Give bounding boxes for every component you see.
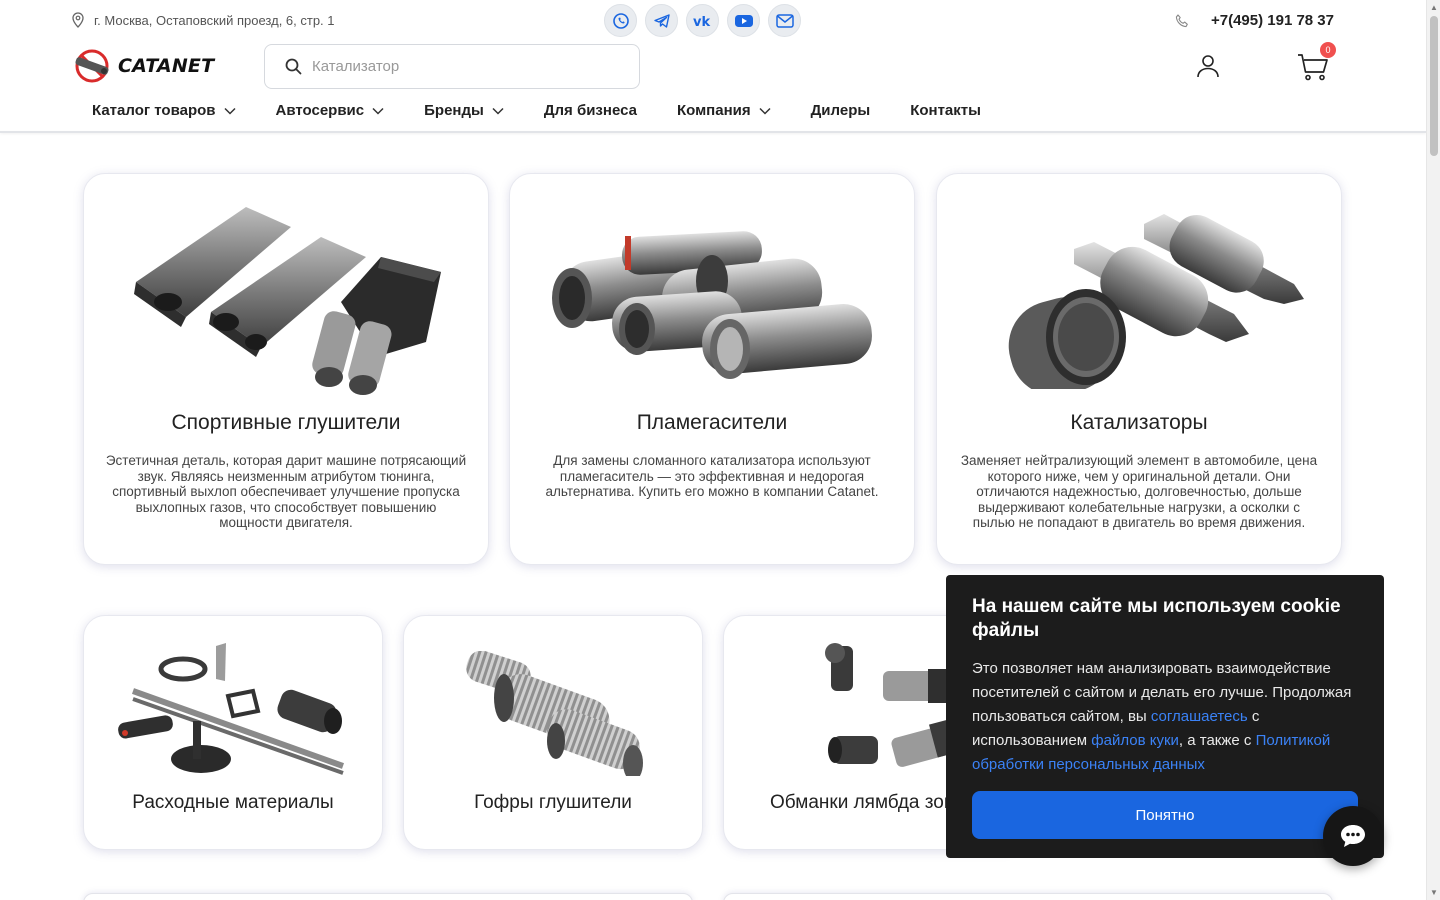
card-description: Для замены сломанного катализатора испол… bbox=[545, 453, 879, 500]
sport-mufflers-image bbox=[84, 202, 488, 397]
social-links: vk bbox=[604, 4, 801, 37]
nav-item-catalog[interactable]: Каталог товаров bbox=[92, 102, 236, 119]
card-title: Гофры глушители bbox=[474, 792, 632, 813]
nav-item-business[interactable]: Для бизнеса bbox=[544, 102, 637, 119]
consumables-image bbox=[84, 641, 382, 776]
category-card-sport-mufflers[interactable]: Спортивные глушители Эстетичная деталь, … bbox=[83, 173, 489, 565]
address: г. Москва, Остаповский проезд, 6, стр. 1 bbox=[72, 12, 335, 28]
account-button[interactable] bbox=[1195, 53, 1221, 84]
category-card-partial[interactable] bbox=[723, 893, 1333, 900]
top-bar: г. Москва, Остаповский проезд, 6, стр. 1… bbox=[0, 0, 1426, 42]
nav-item-brands[interactable]: Бренды bbox=[424, 102, 504, 119]
category-card-flame-arrestors[interactable]: Пламегасители Для замены сломанного ката… bbox=[509, 173, 915, 565]
card-title: Спортивные глушители bbox=[171, 411, 401, 434]
logo-text: CATANET bbox=[118, 55, 215, 77]
category-card-consumables[interactable]: Расходные материалы bbox=[83, 615, 383, 850]
search-box[interactable] bbox=[264, 44, 640, 89]
chevron-down-icon bbox=[372, 107, 384, 115]
corrugations-image bbox=[404, 651, 702, 776]
cart-badge: 0 bbox=[1320, 42, 1336, 58]
card-description: Заменяет нейтрализующий элемент в автомо… bbox=[960, 453, 1318, 531]
phone-number[interactable]: +7(495) 191 78 37 bbox=[1211, 12, 1334, 29]
phone: +7(495) 191 78 37 bbox=[1175, 12, 1334, 29]
header-divider bbox=[0, 131, 1426, 133]
phone-icon bbox=[1175, 13, 1188, 27]
mail-icon[interactable] bbox=[768, 4, 801, 37]
nav-item-contacts[interactable]: Контакты bbox=[910, 102, 981, 119]
category-card-corrugations[interactable]: Гофры глушители bbox=[403, 615, 703, 850]
card-title: Пламегасители bbox=[636, 411, 788, 434]
category-card-partial[interactable] bbox=[83, 893, 693, 900]
page-scrollbar[interactable]: ▲ ▼ bbox=[1426, 0, 1440, 900]
chevron-down-icon bbox=[759, 107, 771, 115]
cookie-text: Это позволяет нам анализировать взаимоде… bbox=[972, 660, 1352, 773]
location-pin-icon bbox=[72, 12, 84, 28]
main-nav: Каталог товаров Автосервис Бренды Для би… bbox=[92, 102, 981, 119]
address-text: г. Москва, Остаповский проезд, 6, стр. 1 bbox=[94, 12, 335, 28]
chevron-down-icon bbox=[223, 107, 236, 115]
vk-icon[interactable]: vk bbox=[686, 4, 719, 37]
chat-button[interactable] bbox=[1323, 806, 1383, 866]
card-title: Расходные материалы bbox=[132, 792, 334, 813]
nav-item-autoservice[interactable]: Автосервис bbox=[276, 102, 385, 119]
user-icon bbox=[1197, 55, 1219, 78]
catalysts-image bbox=[937, 204, 1341, 389]
cookie-title: На нашем сайте мы используем cookie файл… bbox=[972, 596, 1341, 641]
search-input[interactable] bbox=[312, 58, 602, 75]
card-title: Катализаторы bbox=[1070, 411, 1208, 434]
whatsapp-icon[interactable] bbox=[604, 4, 637, 37]
telegram-icon[interactable] bbox=[645, 4, 678, 37]
cookie-banner: На нашем сайте мы используем cookie файл… bbox=[946, 575, 1384, 858]
nav-item-dealers[interactable]: Дилеры bbox=[811, 102, 871, 119]
chat-icon bbox=[1341, 825, 1365, 847]
chevron-down-icon bbox=[492, 107, 504, 115]
logo[interactable]: CATANET bbox=[72, 49, 214, 83]
scroll-down-arrow-icon[interactable]: ▼ bbox=[1430, 888, 1438, 897]
scroll-thumb[interactable] bbox=[1430, 16, 1438, 156]
card-description: Эстетичная деталь, которая дарит машине … bbox=[105, 453, 467, 531]
scroll-up-arrow-icon[interactable]: ▲ bbox=[1430, 3, 1438, 12]
youtube-icon[interactable] bbox=[727, 4, 760, 37]
search-icon[interactable] bbox=[285, 58, 302, 75]
cookie-accept-button[interactable]: Понятно bbox=[972, 791, 1358, 839]
cookie-agree-link[interactable]: соглашаетесь bbox=[1151, 708, 1248, 725]
svg-text:vk: vk bbox=[693, 15, 710, 28]
cookie-files-link[interactable]: файлов куки bbox=[1091, 732, 1179, 749]
flame-arrestors-image bbox=[510, 224, 914, 384]
logo-icon bbox=[75, 49, 109, 83]
category-card-catalysts[interactable]: Катализаторы Заменяет нейтрализующий эле… bbox=[936, 173, 1342, 565]
nav-item-company[interactable]: Компания bbox=[677, 102, 771, 119]
